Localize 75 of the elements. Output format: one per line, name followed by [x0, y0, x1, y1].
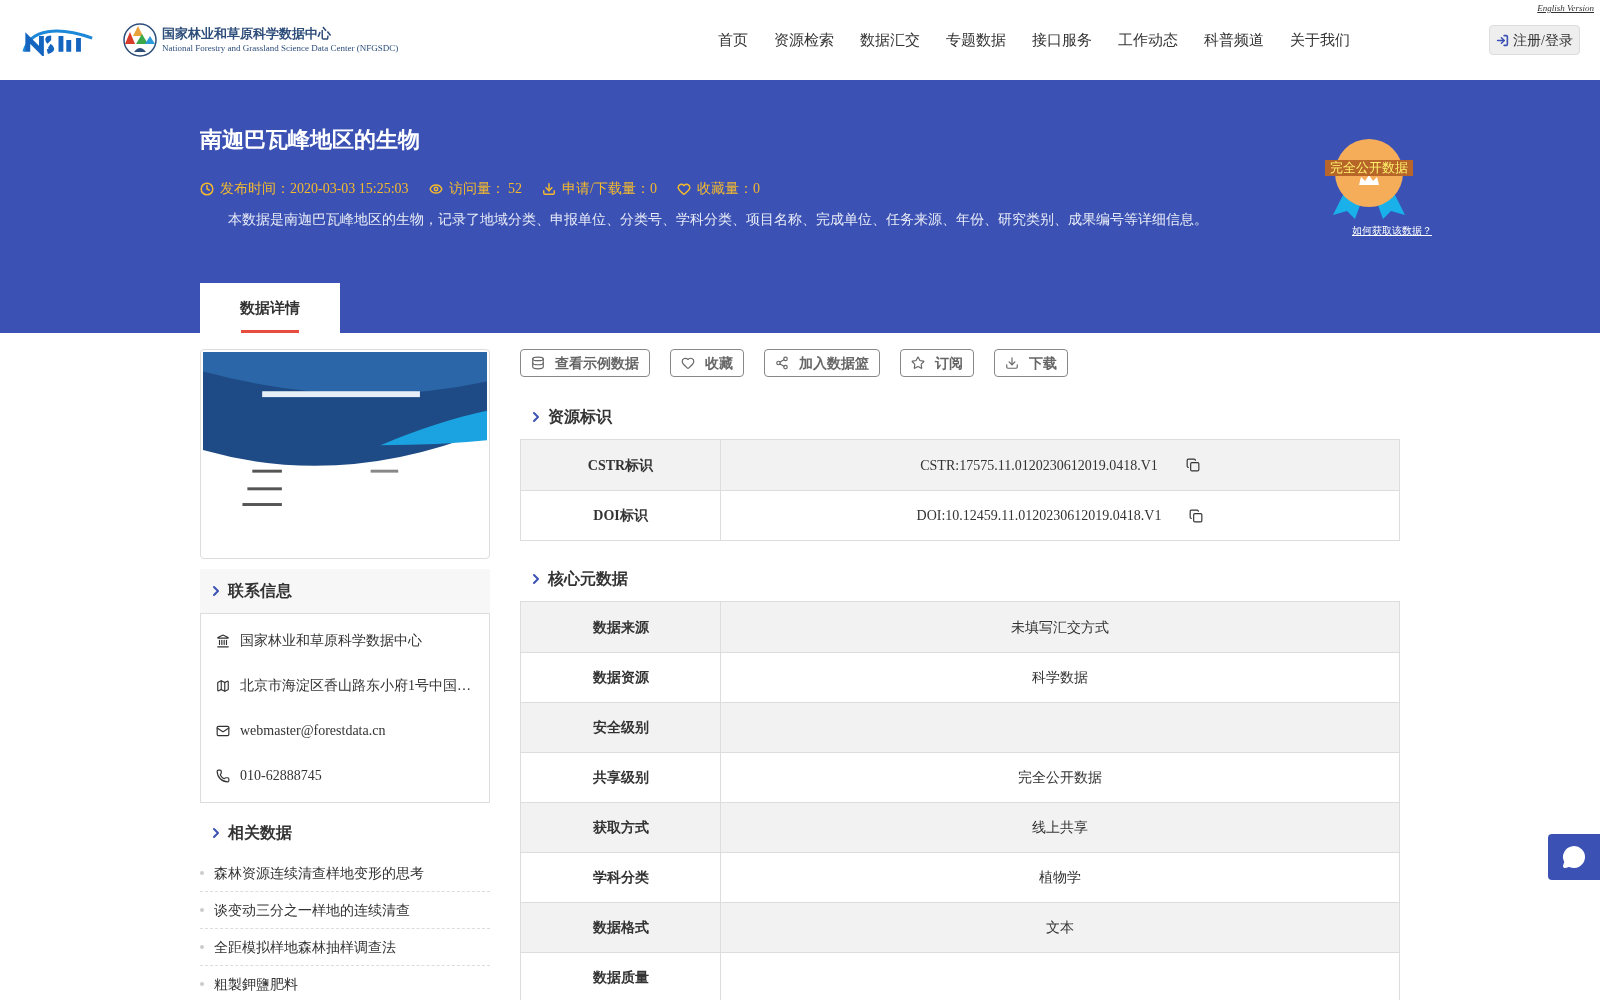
field-label: 数据格式 [592, 919, 649, 937]
dataset-title: 南迦巴瓦峰地区的生物 [200, 126, 421, 154]
logo-subtitle: National Forestry and Grassland Science Data Center (NFGSDC) [162, 42, 399, 54]
nav-link[interactable]: 资源检索 [774, 28, 835, 52]
nav-link[interactable]: 关于我们 [1290, 28, 1351, 52]
contact-text: 010-62888745 [240, 767, 322, 785]
related-data-link[interactable]: 粗製鉀鹽肥料 [214, 973, 298, 995]
field-value: 植物学 [1039, 869, 1081, 887]
dataset-description: 本数据是南迦巴瓦峰地区的生物，记录了地域分类、申报单位、分类号、学科分类、项目名称、完成单位、任务来源、年份、研究类别、成果编号等详细信息。 [228, 211, 1208, 229]
copy-icon[interactable] [1189, 508, 1204, 523]
meta-text: 申请/下载量：0 [562, 180, 657, 198]
tree-logo-icon [122, 22, 158, 58]
login-icon [1496, 33, 1510, 47]
badge-label: 完全公开数据 [1325, 160, 1413, 176]
star-icon [911, 356, 925, 370]
bank-icon [216, 633, 230, 648]
field-label: CSTR标识 [587, 456, 654, 475]
database-icon [531, 356, 545, 370]
action-button[interactable]: 加入数据篮 [764, 349, 880, 377]
contact-text: 国家林业和草原科学数据中心 [240, 632, 422, 650]
heart-icon [677, 181, 691, 196]
meta-text: 访问量： 52 [448, 180, 523, 198]
action-button[interactable]: 查看示例数据 [520, 349, 650, 377]
phone-icon [216, 768, 230, 783]
logo-title: 国家林业和草原科学数据中心 [162, 26, 332, 43]
section-title: 资源标识 [548, 407, 612, 427]
download-icon [542, 181, 557, 196]
eye-icon [428, 181, 443, 196]
field-label: 数据资源 [592, 669, 649, 687]
field-value: 未填写汇交方式 [1011, 618, 1109, 637]
english-version-link[interactable]: English Version [1537, 2, 1594, 16]
nav-link[interactable]: 专题数据 [946, 28, 1007, 52]
field-value: 科学数据 [1032, 669, 1088, 687]
action-button[interactable]: 订阅 [900, 349, 974, 377]
related-data-link[interactable]: 全距模拟样地森林抽样调查法 [214, 936, 396, 958]
field-label: 获取方式 [592, 819, 649, 837]
download-icon [1005, 356, 1019, 370]
mail-icon [216, 723, 230, 738]
field-label: DOI标识 [593, 507, 648, 525]
nav-link[interactable]: 工作动态 [1118, 28, 1179, 52]
how-to-get-link[interactable]: 如何获取该数据？ [1352, 223, 1432, 238]
field-value: 线上共享 [1032, 819, 1088, 837]
meta-text: 收藏量：0 [697, 180, 760, 198]
field-value: 完全公开数据 [1018, 769, 1102, 787]
tab[interactable]: 数据详情 [200, 283, 340, 333]
field-label: 学科分类 [592, 869, 649, 887]
meta-text: 发布时间：2020-03-03 15:25:03 [220, 180, 409, 198]
action-button[interactable]: 收藏 [670, 349, 744, 377]
share-icon [775, 356, 789, 370]
chat-icon [1562, 845, 1586, 869]
field-value: DOI:10.12459.11.0120230612019.0418.V1 [916, 507, 1162, 525]
field-value: CSTR:17575.11.0120230612019.0418.V1 [920, 456, 1158, 475]
field-label: 数据来源 [592, 618, 649, 637]
nav-link[interactable]: 接口服务 [1032, 28, 1093, 52]
nav-link[interactable]: 数据汇交 [860, 28, 921, 52]
nav-link[interactable]: 首页 [718, 28, 749, 52]
section-title: 相关数据 [228, 823, 292, 843]
chat-button[interactable] [1548, 834, 1600, 880]
nav-link[interactable]: 科普频道 [1204, 28, 1265, 52]
clock-icon [200, 181, 214, 196]
related-data-link[interactable]: 森林资源连续清查样地变形的思考 [214, 862, 424, 884]
contact-text: webmaster@forestdata.cn [240, 722, 386, 740]
field-value: 文本 [1046, 919, 1074, 937]
heart-icon [681, 356, 695, 370]
copy-icon[interactable] [1185, 458, 1200, 472]
field-label: 安全级别 [592, 719, 649, 737]
field-label: 共享级别 [592, 769, 649, 787]
related-data-link[interactable]: 谈变动三分之一样地的连续清查 [214, 899, 410, 921]
contact-text: 北京市海淀区香山路东小府1号中国… [240, 677, 471, 695]
section-title: 核心元数据 [548, 569, 628, 589]
login-button[interactable]: 注册/登录 [1489, 25, 1580, 55]
map-icon [216, 678, 230, 693]
field-label: 数据质量 [592, 969, 649, 987]
action-button[interactable]: 下载 [994, 349, 1068, 377]
section-title: 联系信息 [228, 581, 292, 601]
